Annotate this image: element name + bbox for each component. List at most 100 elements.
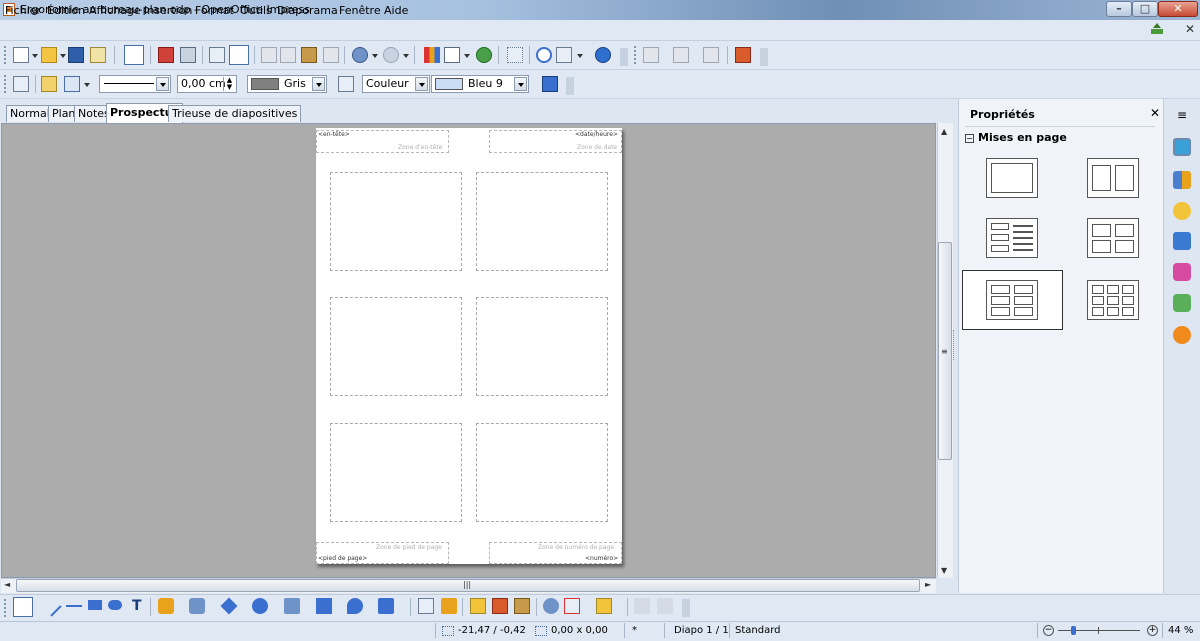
- line-style-combo[interactable]: [99, 75, 171, 93]
- area-fill-bucket-icon[interactable]: [338, 76, 354, 92]
- sidebar-splitter[interactable]: [953, 330, 959, 360]
- new-slide-icon[interactable]: [673, 47, 689, 63]
- glue-points-icon[interactable]: [441, 598, 457, 614]
- arrange-icon[interactable]: [596, 598, 612, 614]
- undo-icon[interactable]: [352, 47, 368, 63]
- status-zoom-level[interactable]: 44 %: [1168, 625, 1193, 636]
- collapse-expander-icon[interactable]: −: [965, 133, 974, 143]
- layout-three-slides[interactable]: [986, 218, 1038, 258]
- callouts-icon[interactable]: [347, 598, 363, 614]
- zoom-slider-thumb[interactable]: [1071, 626, 1076, 635]
- zoom-in-button[interactable]: +: [1147, 625, 1158, 636]
- line-width-field[interactable]: 0,00 cm ▲ ▼: [177, 75, 237, 93]
- toolbar-overflow-chevron[interactable]: [760, 48, 768, 66]
- line-style-icon[interactable]: [41, 76, 57, 92]
- close-window-button[interactable]: ✕: [1158, 1, 1198, 17]
- scroll-up-arrow[interactable]: ▲: [941, 127, 947, 136]
- scroll-left-arrow[interactable]: ◄: [4, 580, 10, 589]
- sidebar-close-button[interactable]: ✕: [1150, 106, 1160, 120]
- interaction-icon[interactable]: [657, 598, 673, 614]
- menu-edition[interactable]: Édition: [47, 4, 85, 17]
- help-icon[interactable]: [595, 47, 611, 63]
- slide-placeholder-3[interactable]: [330, 297, 462, 396]
- block-arrows-icon[interactable]: [284, 598, 300, 614]
- layout-two-slides[interactable]: [1087, 158, 1139, 198]
- layout-one-slide[interactable]: [986, 158, 1038, 198]
- new-document-icon[interactable]: [13, 47, 29, 63]
- styles-deck-icon[interactable]: [1173, 171, 1191, 189]
- minimize-button[interactable]: –: [1106, 1, 1132, 17]
- save-icon[interactable]: [68, 47, 84, 63]
- open-folder-icon[interactable]: [41, 47, 57, 63]
- edit-file-icon[interactable]: [124, 45, 144, 65]
- copy-icon[interactable]: [280, 47, 296, 63]
- rectangle-tool-icon[interactable]: [88, 600, 102, 610]
- object-properties-icon[interactable]: [13, 76, 29, 92]
- layout-four-slides[interactable]: [1087, 218, 1139, 258]
- arrow-style-dropdown[interactable]: [84, 83, 90, 87]
- spellcheck-icon[interactable]: [209, 47, 225, 63]
- menu-fichier[interactable]: Fichier: [5, 4, 41, 17]
- slide-design-icon[interactable]: [703, 47, 719, 63]
- toolbar-overflow-chevron[interactable]: [620, 48, 628, 66]
- insert-table-icon[interactable]: [444, 47, 460, 63]
- toolbar-grip[interactable]: [4, 75, 9, 93]
- line-color-combo[interactable]: Gris: [247, 75, 327, 93]
- open-dropdown-arrow[interactable]: [60, 54, 66, 58]
- arrow-line-tool-icon[interactable]: [66, 605, 82, 607]
- toolbar-grip[interactable]: [634, 46, 639, 64]
- connector-tool-icon[interactable]: [189, 598, 205, 614]
- zoom-icon[interactable]: [556, 47, 572, 63]
- points-icon[interactable]: [418, 598, 434, 614]
- toolbar-overflow-chevron[interactable]: [566, 77, 574, 95]
- layouts-deck-header[interactable]: − Mises en page: [965, 131, 1067, 144]
- tab-normal[interactable]: Normal: [6, 105, 54, 122]
- menu-affichage[interactable]: Affichage: [89, 4, 141, 17]
- menu-outils[interactable]: Outils: [240, 4, 272, 17]
- navigator-deck-icon[interactable]: [1173, 326, 1191, 344]
- toolbar-overflow-chevron[interactable]: [682, 599, 690, 617]
- menu-format[interactable]: Format: [195, 4, 234, 17]
- maximize-button[interactable]: □: [1132, 1, 1158, 17]
- extension-update-icon[interactable]: [1150, 23, 1164, 35]
- slide-placeholder-5[interactable]: [330, 423, 462, 522]
- email-document-icon[interactable]: [90, 47, 106, 63]
- status-master-page[interactable]: Standard: [735, 625, 781, 636]
- arrow-style-icon[interactable]: [64, 76, 80, 92]
- slide-layout-icon[interactable]: [643, 47, 659, 63]
- display-grid-icon[interactable]: [507, 47, 523, 63]
- toolbar-grip[interactable]: [4, 46, 9, 64]
- status-modified-indicator[interactable]: *: [632, 625, 637, 636]
- table-dropdown-arrow[interactable]: [464, 54, 470, 58]
- gallery-icon[interactable]: [514, 598, 530, 614]
- print-icon[interactable]: [180, 47, 196, 63]
- redo-dropdown-arrow[interactable]: [403, 54, 409, 58]
- fontwork-gallery-icon[interactable]: [476, 47, 492, 63]
- stars-icon[interactable]: [378, 598, 394, 614]
- scroll-down-arrow[interactable]: ▼: [941, 566, 947, 575]
- zoom-out-button[interactable]: −: [1043, 625, 1054, 636]
- rotate-icon[interactable]: [543, 598, 559, 614]
- cut-icon[interactable]: [261, 47, 277, 63]
- curve-tool-icon[interactable]: [158, 598, 174, 614]
- sidebar-menu-button[interactable]: ≡: [1177, 108, 1187, 122]
- paste-icon[interactable]: [301, 47, 317, 63]
- zoom-dropdown-arrow[interactable]: [577, 54, 583, 58]
- menu-fenetre[interactable]: Fenêtre: [339, 4, 381, 17]
- start-slideshow-icon[interactable]: [735, 47, 751, 63]
- clone-formatting-icon[interactable]: [323, 47, 339, 63]
- menu-diaporama[interactable]: Diaporama: [277, 4, 338, 17]
- slide-placeholder-4[interactable]: [476, 297, 608, 396]
- gallery-deck-icon[interactable]: [1173, 202, 1191, 220]
- scroll-right-arrow[interactable]: ►: [925, 580, 931, 589]
- slide-placeholder-2[interactable]: [476, 172, 608, 271]
- slide-placeholder-1[interactable]: [330, 172, 462, 271]
- text-tool-icon[interactable]: T: [132, 598, 142, 614]
- menu-aide[interactable]: Aide: [384, 4, 408, 17]
- layout-six-slides-selected[interactable]: [986, 280, 1038, 320]
- ellipse-tool-icon[interactable]: [108, 600, 122, 610]
- select-pointer-icon[interactable]: [13, 597, 33, 617]
- tab-trieuse-de-diapositives[interactable]: Trieuse de diapositives: [168, 105, 302, 122]
- slide-transition-deck-icon[interactable]: [1173, 294, 1191, 312]
- custom-animation-deck-icon[interactable]: [1173, 263, 1191, 281]
